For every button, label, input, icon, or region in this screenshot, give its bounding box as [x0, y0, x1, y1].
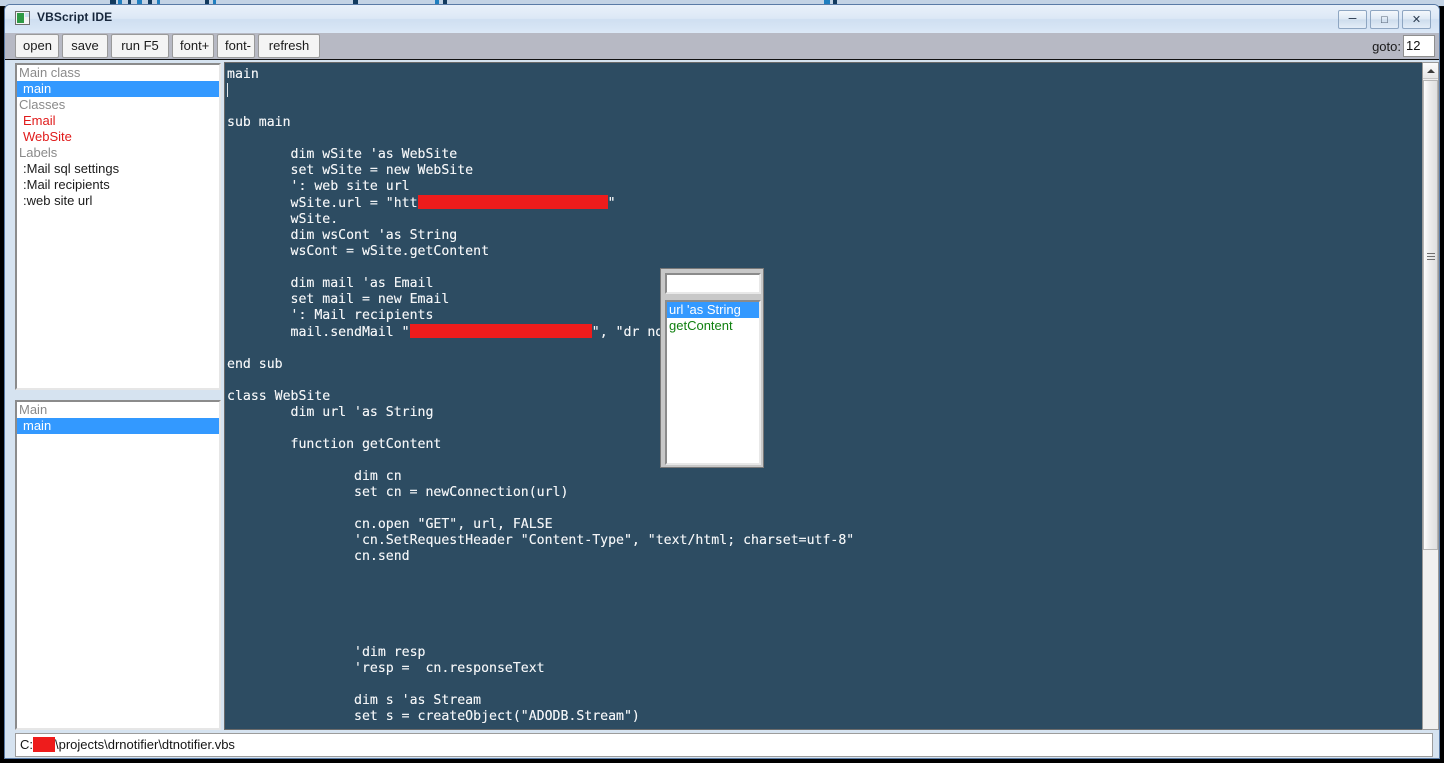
title-bar[interactable]: VBScript IDE – □ ✕ [5, 5, 1439, 33]
editor-vertical-scrollbar[interactable] [1422, 62, 1439, 730]
code-line: 'cn.SetRequestHeader "Content-Type", "te… [227, 533, 855, 548]
font-minus-button[interactable]: font- [217, 34, 255, 58]
code-line: wsCont = wSite.getContent [227, 244, 490, 259]
redacted-path-segment [33, 737, 55, 752]
autocomplete-filter-input[interactable] [665, 273, 761, 294]
code-line: dim cn [227, 469, 402, 484]
run-button[interactable]: run F5 [111, 34, 169, 58]
main-members-listbox[interactable]: Main main [15, 400, 221, 730]
goto-label: goto: [1372, 39, 1401, 54]
autocomplete-item[interactable]: getContent [667, 318, 759, 334]
font-plus-button[interactable]: font+ [172, 34, 214, 58]
path-suffix: \projects\drnotifier\dtnotifier.vbs [55, 737, 235, 752]
autocomplete-popup[interactable]: url 'as String getContent [660, 268, 764, 468]
code-line: dim s 'as Stream [227, 693, 482, 708]
close-button[interactable]: ✕ [1402, 10, 1431, 29]
code-line: 'resp = cn.responseText [227, 661, 545, 676]
code-line: sub main [227, 115, 291, 130]
goto-input[interactable]: 12 [1403, 35, 1435, 57]
list-item[interactable]: WebSite [17, 129, 219, 145]
close-icon: ✕ [1411, 14, 1422, 26]
window-title: VBScript IDE [37, 10, 113, 24]
list-item[interactable]: Labels [17, 145, 219, 161]
minimize-button[interactable]: – [1338, 9, 1367, 29]
status-bar: C: \projects\drnotifier\dtnotifier.vbs [5, 731, 1439, 758]
refresh-button[interactable]: refresh [258, 34, 320, 58]
maximize-icon: □ [1381, 14, 1388, 26]
list-item[interactable]: Classes [17, 97, 219, 113]
list-item[interactable]: Email [17, 113, 219, 129]
code-line: 'dim resp [227, 645, 426, 660]
minimize-icon: – [1348, 9, 1357, 25]
code-line: set s = createObject("ADODB.Stream") [227, 709, 640, 724]
code-line: dim wsCont 'as String [227, 228, 458, 243]
code-editor[interactable]: main sub main dim wSite 'as WebSite set … [224, 62, 1427, 730]
code-line: cn.open "GET", url, FALSE [227, 517, 553, 532]
list-item[interactable]: main [17, 418, 219, 434]
code-line: wSite. [227, 212, 339, 227]
autocomplete-list[interactable]: url 'as String getContent [665, 300, 761, 465]
list-item[interactable]: :Mail sql settings [17, 161, 219, 177]
list-item[interactable]: Main [17, 402, 219, 418]
redacted-text [417, 195, 608, 209]
list-item[interactable]: main [17, 81, 219, 97]
client-area: Main class main Classes Email WebSite Labels:… [5, 60, 1439, 758]
code-line: wSite.url = "htt " [227, 195, 616, 211]
file-path-field[interactable]: C: \projects\drnotifier\dtnotifier.vbs [15, 733, 1433, 757]
code-line: ': web site url [227, 179, 410, 194]
app-icon [15, 11, 30, 25]
open-button[interactable]: open [15, 34, 59, 58]
code-line: set cn = newConnection(url) [227, 485, 569, 500]
code-line: cn.send [227, 549, 410, 564]
vertical-scroll-thumb[interactable] [1423, 80, 1438, 550]
list-item[interactable]: Main class [17, 65, 219, 81]
code-line: set wSite = new WebSite [227, 163, 474, 178]
path-prefix: C: [20, 737, 33, 752]
redacted-text [409, 324, 592, 338]
autocomplete-item[interactable]: url 'as String [667, 302, 759, 318]
list-item[interactable]: :Mail recipients [17, 177, 219, 193]
list-item[interactable]: :web site url [17, 193, 219, 209]
scroll-grip-icon [1427, 253, 1435, 260]
scroll-up-arrow-icon[interactable] [1423, 63, 1438, 79]
class-tree-listbox[interactable]: Main class main Classes Email WebSite Labels:… [15, 63, 221, 390]
code-line: dim wSite 'as WebSite [227, 147, 458, 162]
code-line: main [227, 67, 259, 82]
application-window: VBScript IDE – □ ✕ open save run F5 font+ fo… [4, 4, 1440, 759]
toolbar: open save run F5 font+ font-refresh goto: 12 [5, 33, 1439, 60]
text-caret [227, 83, 228, 97]
maximize-button[interactable]: □ [1370, 10, 1399, 29]
save-button[interactable]: save [62, 34, 108, 58]
